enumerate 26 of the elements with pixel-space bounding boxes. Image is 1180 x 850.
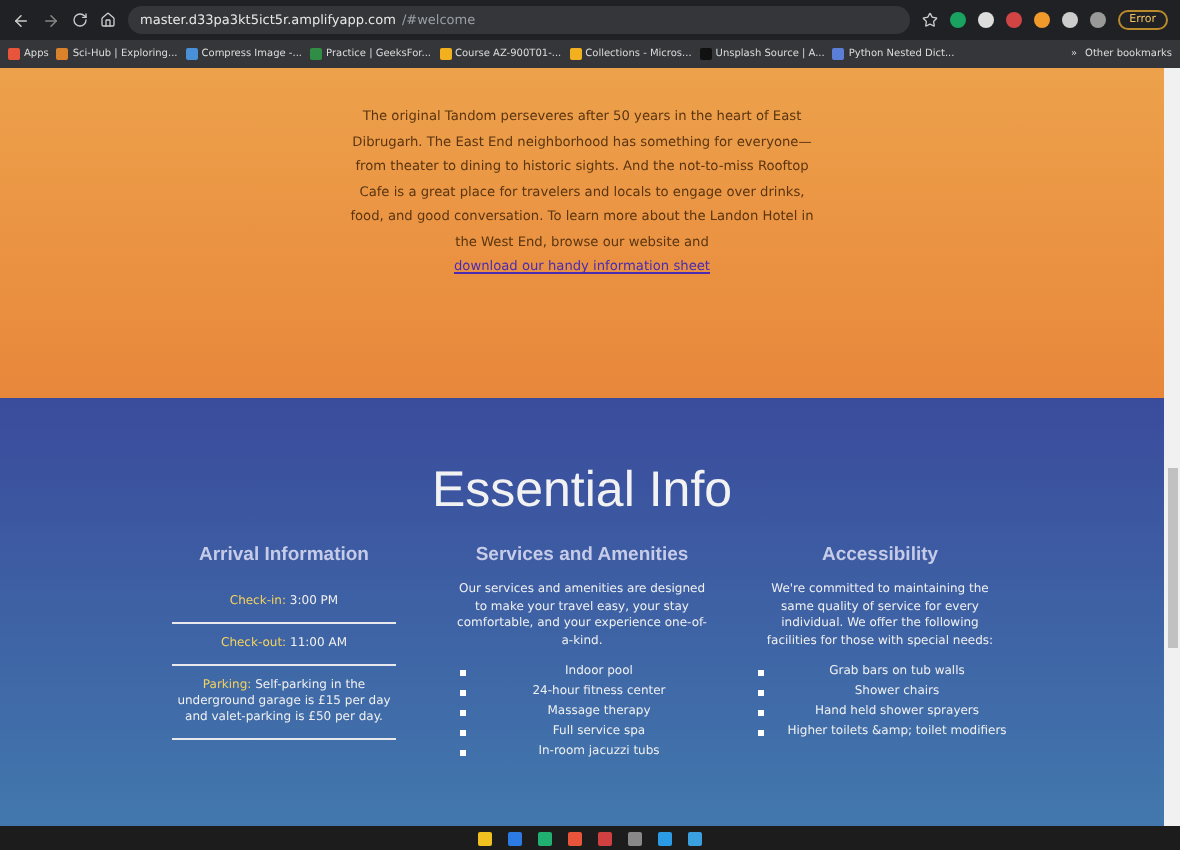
bullet-icon: [460, 750, 466, 756]
bullet-icon: [460, 690, 466, 696]
bullet-icon: [460, 730, 466, 736]
bullet-icon: [460, 710, 466, 716]
column-heading: Arrival Information: [199, 544, 369, 566]
section-title: Essential Info: [431, 462, 733, 520]
home-icon[interactable]: [100, 12, 116, 28]
taskbar-icon[interactable]: [658, 831, 672, 845]
scrollbar-thumb[interactable]: [1167, 468, 1177, 648]
taskbar-icon[interactable]: [688, 831, 702, 845]
column-heading: Accessibility: [821, 544, 939, 566]
taskbar-icon[interactable]: [478, 831, 492, 845]
taskbar-icon[interactable]: [628, 831, 642, 845]
bullet-icon: [460, 670, 466, 676]
bullet-icon: [758, 730, 764, 736]
back-icon[interactable]: [12, 11, 30, 29]
bullet-icon: [758, 690, 764, 696]
forward-icon[interactable]: [42, 11, 60, 29]
bullet-icon: [758, 670, 764, 676]
reload-icon[interactable]: [72, 12, 88, 28]
taskbar-icon[interactable]: [508, 831, 522, 845]
taskbar-icon[interactable]: [538, 831, 552, 845]
column-heading: Services and Amenities: [475, 544, 689, 566]
taskbar-icon[interactable]: [568, 831, 582, 845]
star-icon[interactable]: [921, 12, 938, 28]
bullet-icon: [758, 710, 764, 716]
